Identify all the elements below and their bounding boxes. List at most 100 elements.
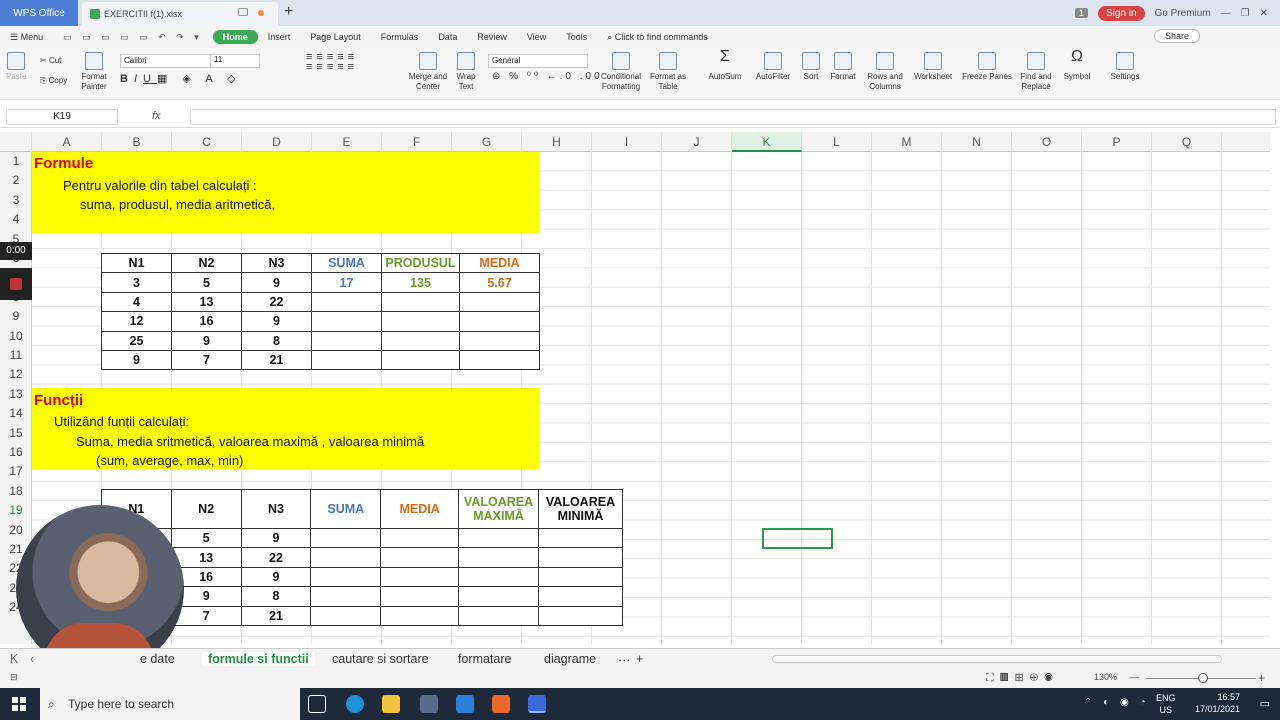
table-cell[interactable] [458, 527, 539, 549]
table-cell[interactable]: 9 [171, 330, 242, 351]
table-cell[interactable] [458, 566, 539, 588]
table-cell[interactable]: 9 [241, 272, 312, 293]
table-cell[interactable]: 8 [241, 330, 312, 351]
tab-home[interactable]: Home [212, 30, 258, 44]
document-tab[interactable]: EXERCITII f(1).xlsx [82, 2, 278, 26]
sheet-tab-date[interactable]: e date [140, 652, 175, 666]
table-cell[interactable]: 8 [240, 586, 312, 607]
column-header-h[interactable]: H [522, 132, 592, 152]
column-header-f[interactable]: F [382, 132, 452, 152]
window-count-badge[interactable]: 1 [1074, 8, 1088, 18]
table-cell[interactable] [459, 330, 540, 351]
table-cell[interactable] [311, 311, 382, 332]
row-header-15[interactable]: 15 [0, 426, 32, 445]
store-icon[interactable] [420, 695, 438, 713]
first-sheet-nav[interactable]: K [10, 652, 18, 666]
table-cell[interactable]: N3 [241, 252, 312, 274]
system-tray-icons[interactable]: ⌃ ◐ ◉ ◔ [1084, 697, 1150, 708]
tab-insert[interactable]: Insert [258, 32, 301, 42]
clock[interactable]: 16:57 17/01/2021 [1195, 691, 1240, 715]
table-cell[interactable]: VALOAREA MAXIMĂ [458, 489, 539, 529]
name-box[interactable]: K19 [6, 109, 118, 125]
copy-button[interactable]: ⎘ Copy [40, 76, 67, 86]
column-header-a[interactable]: A [32, 132, 102, 152]
column-header-c[interactable]: C [172, 132, 242, 152]
format-button[interactable]: Format [826, 52, 860, 82]
table-cell[interactable]: 21 [241, 349, 312, 371]
table-cell[interactable]: 12 [101, 311, 172, 332]
table-cell[interactable] [310, 586, 382, 607]
paste-button[interactable]: Paste [6, 52, 26, 82]
go-premium-button[interactable]: Go Premium [1155, 8, 1211, 19]
table-cell[interactable] [458, 547, 539, 568]
table-cell[interactable]: PRODUSUL [381, 252, 460, 274]
settings-button[interactable]: Settings [1104, 52, 1146, 82]
table-cell[interactable] [311, 330, 382, 351]
tab-formulas[interactable]: Formulas [371, 32, 429, 42]
autofilter-button[interactable]: AutoFilter [750, 52, 796, 82]
column-header-g[interactable]: G [452, 132, 522, 152]
row-header-3[interactable]: 3 [0, 193, 32, 212]
table-cell[interactable] [380, 586, 460, 607]
table-cell[interactable] [459, 311, 540, 332]
column-header-o[interactable]: O [1012, 132, 1082, 152]
edge-icon[interactable] [346, 695, 364, 713]
table-cell[interactable] [459, 291, 540, 313]
row-header-11[interactable]: 11 [0, 348, 32, 367]
table-cell[interactable]: SUMA [311, 252, 382, 274]
column-header-l[interactable]: L [802, 132, 872, 152]
row-header-2[interactable]: 2 [0, 173, 32, 192]
table-cell[interactable]: 5 [170, 527, 242, 549]
sign-in-button[interactable]: Sign in [1097, 5, 1145, 21]
column-header-d[interactable]: D [242, 132, 312, 152]
formula-input[interactable] [190, 109, 1276, 125]
wps-office-tab[interactable]: WPS Office [0, 0, 78, 26]
share-button[interactable]: Share [1153, 29, 1200, 43]
table-cell[interactable] [380, 566, 460, 588]
table-cell[interactable]: 21 [240, 605, 312, 626]
monitor-icon[interactable] [238, 8, 248, 16]
row-header-19[interactable]: 19 [0, 503, 32, 522]
add-sheet-button[interactable]: + [636, 652, 643, 666]
table-cell[interactable] [310, 566, 382, 588]
column-header-j[interactable]: J [662, 132, 732, 152]
table-cell[interactable] [458, 605, 539, 626]
tab-page-layout[interactable]: Page Layout [300, 32, 371, 42]
table-cell[interactable]: 7 [171, 349, 242, 371]
table-cell[interactable] [538, 605, 623, 626]
new-tab-button[interactable]: + [284, 3, 293, 21]
table-cell[interactable]: 17 [311, 272, 382, 293]
tab-tools[interactable]: Tools [556, 32, 597, 42]
row-header-12[interactable]: 12 [0, 367, 32, 386]
column-header-n[interactable]: N [942, 132, 1012, 152]
table-cell[interactable] [310, 605, 382, 626]
view-mode-buttons[interactable]: ⛶▦⊞⊕◉ [986, 671, 1059, 685]
taskbar-search[interactable]: ⌕ Type here to search [40, 688, 300, 720]
table-cell[interactable] [381, 311, 460, 332]
wps-taskbar-icon[interactable] [528, 695, 546, 713]
row-header-10[interactable]: 10 [0, 329, 32, 348]
rows-columns-button[interactable]: Rows and Columns [864, 52, 906, 92]
file-explorer-icon[interactable] [382, 695, 400, 713]
number-format-buttons[interactable]: ⊜ % ⁰⁰ ←.0 .00 [492, 72, 603, 82]
tab-data[interactable]: Data [428, 32, 467, 42]
table-cell[interactable] [458, 586, 539, 607]
prev-sheet-nav[interactable]: ‹ [30, 652, 34, 666]
close-button[interactable]: ✕ [1260, 8, 1268, 19]
table-cell[interactable] [459, 349, 540, 371]
row-header-13[interactable]: 13 [0, 387, 32, 406]
sheet-tab-cautare-si-sortare[interactable]: cautare si sortare [332, 652, 429, 666]
zoom-out-button[interactable]: — [1130, 672, 1139, 682]
active-cell-k19[interactable] [762, 528, 833, 549]
row-header-17[interactable]: 17 [0, 464, 32, 483]
table-cell[interactable]: MEDIA [380, 489, 460, 529]
table-cell[interactable] [310, 527, 382, 549]
table-cell[interactable]: MEDIA [459, 252, 540, 274]
find-replace-button[interactable]: Find and Replace [1016, 52, 1056, 92]
select-all-corner[interactable] [0, 132, 32, 152]
merge-center-button[interactable]: Merge and Center [406, 52, 450, 92]
tab-view[interactable]: View [517, 32, 556, 42]
format-buttons[interactable]: BIU▦ ◈ A ◇ [120, 72, 242, 85]
table-cell[interactable] [380, 527, 460, 549]
more-sheets-button[interactable]: ⋯ [618, 652, 631, 667]
